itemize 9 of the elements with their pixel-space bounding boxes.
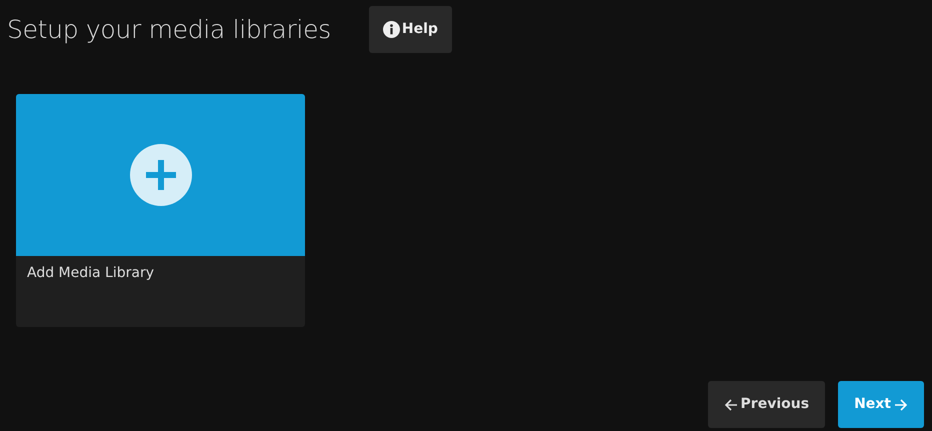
- page-title: Setup your media libraries: [7, 14, 331, 44]
- library-label: Add Media Library: [26, 264, 156, 283]
- plus-icon: [130, 144, 192, 206]
- arrow-left-icon: [724, 398, 738, 412]
- info-icon: [382, 21, 400, 38]
- arrow-right-icon: [894, 398, 908, 412]
- library-card[interactable]: Add Media Library: [16, 94, 305, 327]
- previous-button[interactable]: Previous: [708, 381, 826, 428]
- help-button[interactable]: Help: [368, 6, 452, 53]
